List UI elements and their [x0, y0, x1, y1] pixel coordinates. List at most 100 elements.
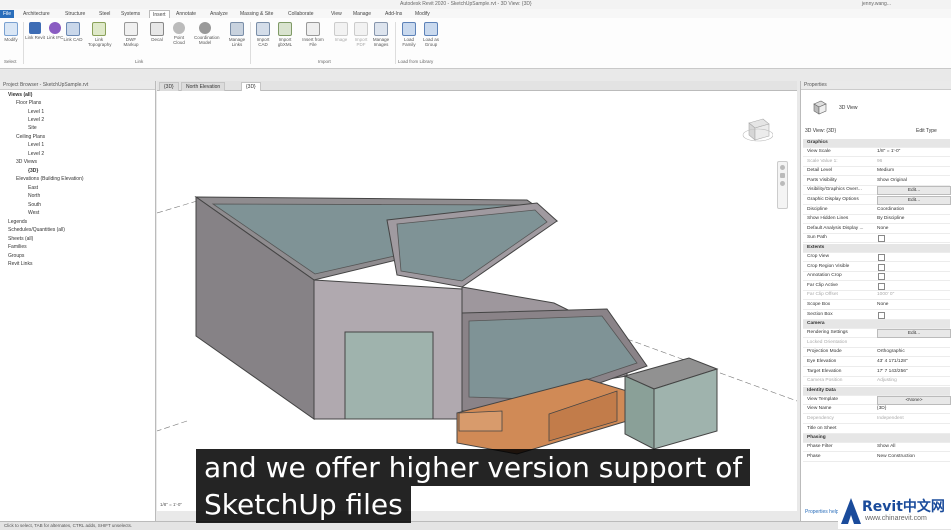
tree-node[interactable]: Level 2 — [28, 116, 44, 124]
property-value[interactable]: Orthographic — [877, 348, 905, 356]
property-edit-button[interactable]: <None> — [877, 395, 951, 405]
tree-node[interactable]: West — [28, 209, 39, 217]
image-button[interactable]: Image — [330, 22, 352, 42]
import-cad-button[interactable]: Import CAD — [252, 22, 274, 47]
model-canvas[interactable] — [157, 91, 797, 511]
edit-type-button[interactable]: Edit Type — [916, 128, 937, 134]
tab-view[interactable]: View — [328, 10, 345, 18]
property-value[interactable]: None — [877, 301, 888, 309]
property-value[interactable]: None — [877, 225, 888, 233]
link-cad-button[interactable]: Link CAD — [62, 22, 84, 42]
type-selector[interactable]: 3D View — [839, 105, 858, 111]
property-edit-button[interactable]: Edit... — [877, 329, 951, 339]
property-section-header[interactable]: Phasing — [803, 434, 950, 444]
tree-node[interactable]: East — [28, 184, 38, 192]
coordination-model-button[interactable]: Coordination Model — [194, 22, 220, 45]
property-row: Parts Visibility Show Original — [803, 177, 950, 186]
property-section-header[interactable]: Identity Data — [803, 386, 950, 396]
3d-viewport[interactable]: 1/8" = 1'-0" — [157, 91, 797, 511]
property-edit-button[interactable]: Edit... — [877, 186, 951, 196]
tree-node[interactable]: Ceiling Plans — [16, 133, 45, 141]
property-value[interactable]: By Discipline — [877, 215, 904, 223]
tree-node[interactable]: Level 1 — [28, 108, 44, 116]
property-row: View Name {3D} — [803, 405, 950, 415]
properties-help-link[interactable]: Properties help — [805, 509, 839, 515]
tree-node[interactable]: Sheets (all) — [8, 235, 33, 243]
property-value[interactable]: {3D} — [877, 405, 886, 413]
tab-analyze[interactable]: Analyze — [207, 10, 231, 18]
property-checkbox[interactable] — [878, 273, 885, 281]
property-value[interactable]: 1/8" = 1'-0" — [877, 148, 900, 156]
tree-node[interactable]: Level 2 — [28, 150, 44, 158]
steering-wheel-icon[interactable] — [780, 165, 785, 170]
dwf-markup-button[interactable]: DWF Markup — [120, 22, 142, 47]
tree-node[interactable]: Schedules/Quantities (all) — [8, 226, 65, 234]
import-gbxml-button[interactable]: Import gbXML — [274, 22, 296, 47]
tree-node-active-view[interactable]: {3D} — [28, 167, 38, 175]
link-revit-button[interactable]: Link Revit — [24, 22, 46, 40]
property-value[interactable]: Medium — [877, 167, 894, 175]
property-checkbox[interactable] — [878, 282, 885, 290]
property-value[interactable]: Independent — [877, 415, 904, 423]
property-value[interactable]: 1000' 0" — [877, 291, 894, 299]
user-name[interactable]: jenny.wang... — [862, 1, 891, 7]
view-scale-control[interactable]: 1/8" = 1'-0" — [160, 502, 182, 507]
tree-node[interactable]: Revit Links — [8, 260, 32, 268]
tab-add-ins[interactable]: Add-Ins — [382, 10, 405, 18]
tree-node[interactable]: Legends — [8, 218, 27, 226]
tab-architecture[interactable]: Architecture — [20, 10, 53, 18]
property-value[interactable]: 96 — [877, 158, 882, 166]
tree-node[interactable]: Families — [8, 243, 27, 251]
tab-steel[interactable]: Steel — [96, 10, 113, 18]
property-checkbox[interactable] — [878, 235, 885, 243]
point-cloud-button[interactable]: Point Cloud — [168, 22, 190, 45]
instance-filter[interactable]: 3D View: {3D} — [805, 128, 836, 134]
group-label-select[interactable]: Select — [4, 59, 17, 64]
tree-node[interactable]: North — [28, 192, 40, 200]
property-value[interactable]: Coordination — [877, 206, 904, 214]
property-value[interactable]: Show All — [877, 443, 895, 451]
tree-node[interactable]: Floor Plans — [16, 99, 41, 107]
view-cube[interactable] — [741, 113, 774, 145]
tree-node[interactable]: Groups — [8, 252, 24, 260]
import-pdf-button[interactable]: Import PDF — [350, 22, 372, 47]
property-value[interactable]: 43' 4 171/128" — [877, 358, 908, 366]
property-section-header[interactable]: Graphics — [803, 139, 950, 148]
load-family-button[interactable]: Load Family — [398, 22, 420, 47]
tab-manage[interactable]: Manage — [350, 10, 374, 18]
orbit-icon[interactable] — [780, 181, 785, 186]
manage-images-icon — [374, 22, 388, 36]
property-checkbox[interactable] — [878, 254, 885, 261]
tab-file[interactable]: File — [0, 10, 15, 18]
tab-collaborate[interactable]: Collaborate — [285, 10, 317, 18]
tab-massing-site[interactable]: Massing & Site — [237, 10, 276, 18]
property-edit-button[interactable]: Edit... — [877, 196, 951, 205]
property-value[interactable]: Adjusting — [877, 377, 897, 385]
tab-annotate[interactable]: Annotate — [173, 10, 199, 18]
tree-node[interactable]: 3D Views — [16, 158, 37, 166]
decal-button[interactable]: Decal — [146, 22, 168, 42]
property-checkbox[interactable] — [878, 263, 885, 271]
load-as-group-button[interactable]: Load as Group — [420, 22, 442, 47]
property-section-header[interactable]: Extents — [803, 244, 950, 253]
modify-button[interactable]: Modify — [0, 22, 22, 42]
property-checkbox[interactable] — [878, 311, 885, 319]
property-section-header[interactable]: Camera — [803, 320, 950, 330]
tree-node[interactable]: Elevations (Building Elevation) — [16, 175, 84, 183]
tree-node[interactable]: Site — [28, 124, 37, 132]
manage-images-button[interactable]: Manage Images — [370, 22, 392, 47]
manage-links-button[interactable]: Manage Links — [226, 22, 248, 47]
property-value[interactable]: 17' 7 143/256" — [877, 368, 908, 376]
navigation-bar[interactable] — [777, 161, 788, 209]
tab-modify[interactable]: Modify — [412, 10, 433, 18]
tab-structure[interactable]: Structure — [62, 10, 88, 18]
link-topography-button[interactable]: Link Topography — [88, 22, 112, 47]
tree-node[interactable]: Views (all) — [8, 91, 32, 99]
tree-node[interactable]: Level 1 — [28, 141, 44, 149]
tree-node[interactable]: South — [28, 201, 41, 209]
property-value[interactable]: New Construction — [877, 453, 915, 461]
property-value[interactable]: Show Original — [877, 177, 907, 185]
zoom-icon[interactable] — [780, 173, 785, 178]
insert-from-file-button[interactable]: Insert from File — [302, 22, 324, 47]
tab-systems[interactable]: Systems — [118, 10, 143, 18]
